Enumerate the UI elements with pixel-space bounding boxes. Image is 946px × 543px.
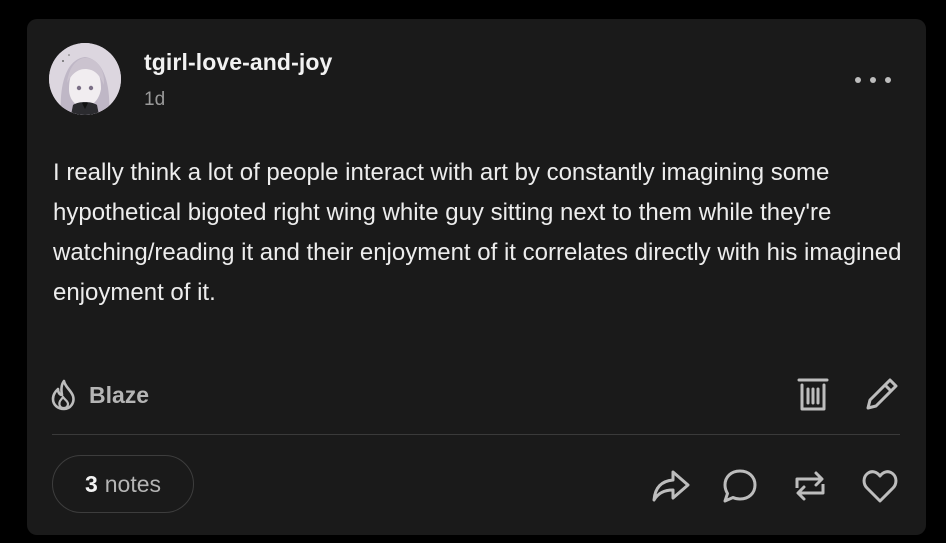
share-arrow-icon bbox=[652, 470, 690, 502]
share-button[interactable] bbox=[650, 465, 692, 507]
avatar[interactable] bbox=[49, 43, 121, 115]
more-dot bbox=[885, 77, 891, 83]
post-body-text: I really think a lot of people interact … bbox=[53, 159, 902, 306]
notes-label: notes bbox=[104, 470, 162, 497]
notes-button[interactable]: 3 notes bbox=[52, 455, 194, 513]
more-horizontal-icon bbox=[855, 77, 861, 83]
more-dot bbox=[870, 77, 876, 83]
avatar-illustration-icon bbox=[49, 43, 121, 115]
more-options-button[interactable] bbox=[855, 71, 891, 89]
heart-icon bbox=[862, 470, 898, 503]
actions-divider bbox=[52, 434, 900, 435]
blaze-label: Blaze bbox=[89, 381, 150, 408]
speech-bubble-icon bbox=[723, 469, 757, 503]
edit-button[interactable] bbox=[861, 373, 903, 415]
like-button[interactable] bbox=[859, 465, 901, 507]
notes-count: 3 bbox=[84, 470, 98, 497]
reply-button[interactable] bbox=[719, 465, 761, 507]
pencil-icon bbox=[866, 378, 898, 410]
delete-button[interactable] bbox=[792, 373, 834, 415]
post-author-name[interactable]: tgirl-love-and-joy bbox=[144, 49, 332, 76]
reblog-button[interactable] bbox=[789, 465, 831, 507]
reblog-icon bbox=[795, 471, 825, 501]
trash-icon bbox=[797, 378, 829, 411]
flame-icon bbox=[51, 379, 75, 411]
post-card: tgirl-love-and-joy 1d I really think a l… bbox=[27, 19, 926, 535]
post-timestamp[interactable]: 1d bbox=[144, 89, 165, 111]
blaze-button[interactable]: Blaze bbox=[49, 377, 149, 413]
